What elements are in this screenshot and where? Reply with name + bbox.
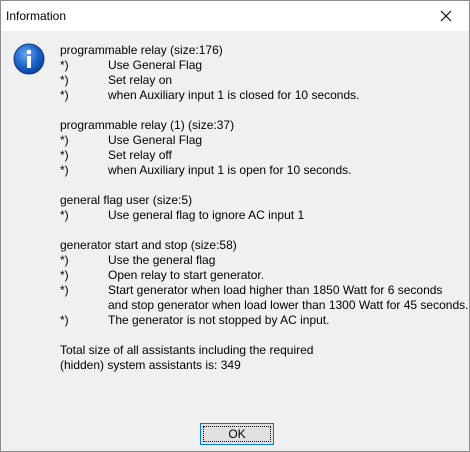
item-text: Set relay on bbox=[108, 73, 173, 87]
section-header: generator start and stop (size:58) bbox=[60, 238, 237, 252]
assistant-section: programmable relay (1) (size:37) *) Use Ge… bbox=[60, 118, 465, 178]
dialog-content: programmable relay (size:176) *) Use Gener… bbox=[1, 31, 469, 451]
item-text: Use General Flag bbox=[108, 133, 203, 147]
item-text: Open relay to start generator. bbox=[108, 268, 265, 282]
total-size-text: Total size of all assistants including t… bbox=[60, 343, 465, 373]
section-item: *) Set relay off bbox=[60, 148, 465, 163]
ok-button[interactable]: OK bbox=[200, 423, 274, 445]
item-text: when Auxiliary input 1 is closed for 10 … bbox=[108, 88, 360, 102]
item-text: when Auxiliary input 1 is open for 10 se… bbox=[108, 163, 352, 177]
item-marker: *) bbox=[60, 88, 69, 102]
item-marker: *) bbox=[60, 313, 69, 327]
section-item: *) when Auxiliary input 1 is open for 10 … bbox=[60, 163, 465, 178]
assistant-section: general flag user (size:5) *) Use general … bbox=[60, 193, 465, 223]
item-text: Use the general flag bbox=[108, 253, 216, 267]
section-item: *) The generator is not stopped by AC inp… bbox=[60, 313, 465, 328]
window-title: Information bbox=[6, 9, 67, 23]
title-bar[interactable]: Information bbox=[1, 1, 469, 31]
info-icon bbox=[13, 43, 45, 75]
section-header: general flag user (size:5) bbox=[60, 193, 193, 207]
section-header: programmable relay (1) (size:37) bbox=[60, 118, 235, 132]
item-marker: *) bbox=[60, 133, 69, 147]
item-text: and stop generator when load lower than … bbox=[108, 298, 469, 312]
close-icon bbox=[440, 10, 452, 22]
section-item: *) Set relay on bbox=[60, 73, 465, 88]
close-button[interactable] bbox=[423, 1, 469, 31]
message-text: programmable relay (size:176) *) Use Gener… bbox=[60, 43, 469, 373]
item-text: Use General Flag bbox=[108, 58, 203, 72]
item-marker: *) bbox=[60, 253, 69, 267]
assistant-section: generator start and stop (size:58) *) Use … bbox=[60, 238, 469, 328]
item-marker: *) bbox=[60, 163, 69, 177]
item-marker: *) bbox=[60, 73, 69, 87]
ok-button-label: OK bbox=[228, 427, 246, 441]
item-text: Set relay off bbox=[108, 148, 172, 162]
section-item: *) Use General Flag bbox=[60, 133, 465, 148]
section-item: *) Use the general flag bbox=[60, 253, 465, 268]
section-header: programmable relay (size:176) bbox=[60, 43, 223, 57]
assistant-section: programmable relay (size:176) *) Use Gener… bbox=[60, 43, 465, 103]
section-item: *) Use general flag to ignore AC input 1 bbox=[60, 208, 465, 223]
item-marker: *) bbox=[60, 148, 69, 162]
item-marker: *) bbox=[60, 283, 69, 297]
item-text: The generator is not stopped by AC input… bbox=[108, 313, 330, 327]
item-marker: *) bbox=[60, 268, 69, 282]
item-marker: *) bbox=[60, 208, 69, 222]
section-item: *) Start generator when load higher than … bbox=[60, 283, 465, 298]
item-marker: *) bbox=[60, 58, 69, 72]
total-line: Total size of all assistants including t… bbox=[60, 343, 314, 357]
section-item: *) Open relay to start generator. bbox=[60, 268, 465, 283]
section-item: and stop generator when load lower than … bbox=[60, 298, 469, 313]
section-item: *) when Auxiliary input 1 is closed for 1… bbox=[60, 88, 465, 103]
item-text: Start generator when load higher than 18… bbox=[108, 283, 443, 297]
section-item: *) Use General Flag bbox=[60, 58, 465, 73]
item-text: Use general flag to ignore AC input 1 bbox=[108, 208, 305, 222]
information-dialog: Information programmable relay (size:176… bbox=[0, 0, 470, 452]
total-line: (hidden) system assistants is: 349 bbox=[60, 358, 241, 372]
